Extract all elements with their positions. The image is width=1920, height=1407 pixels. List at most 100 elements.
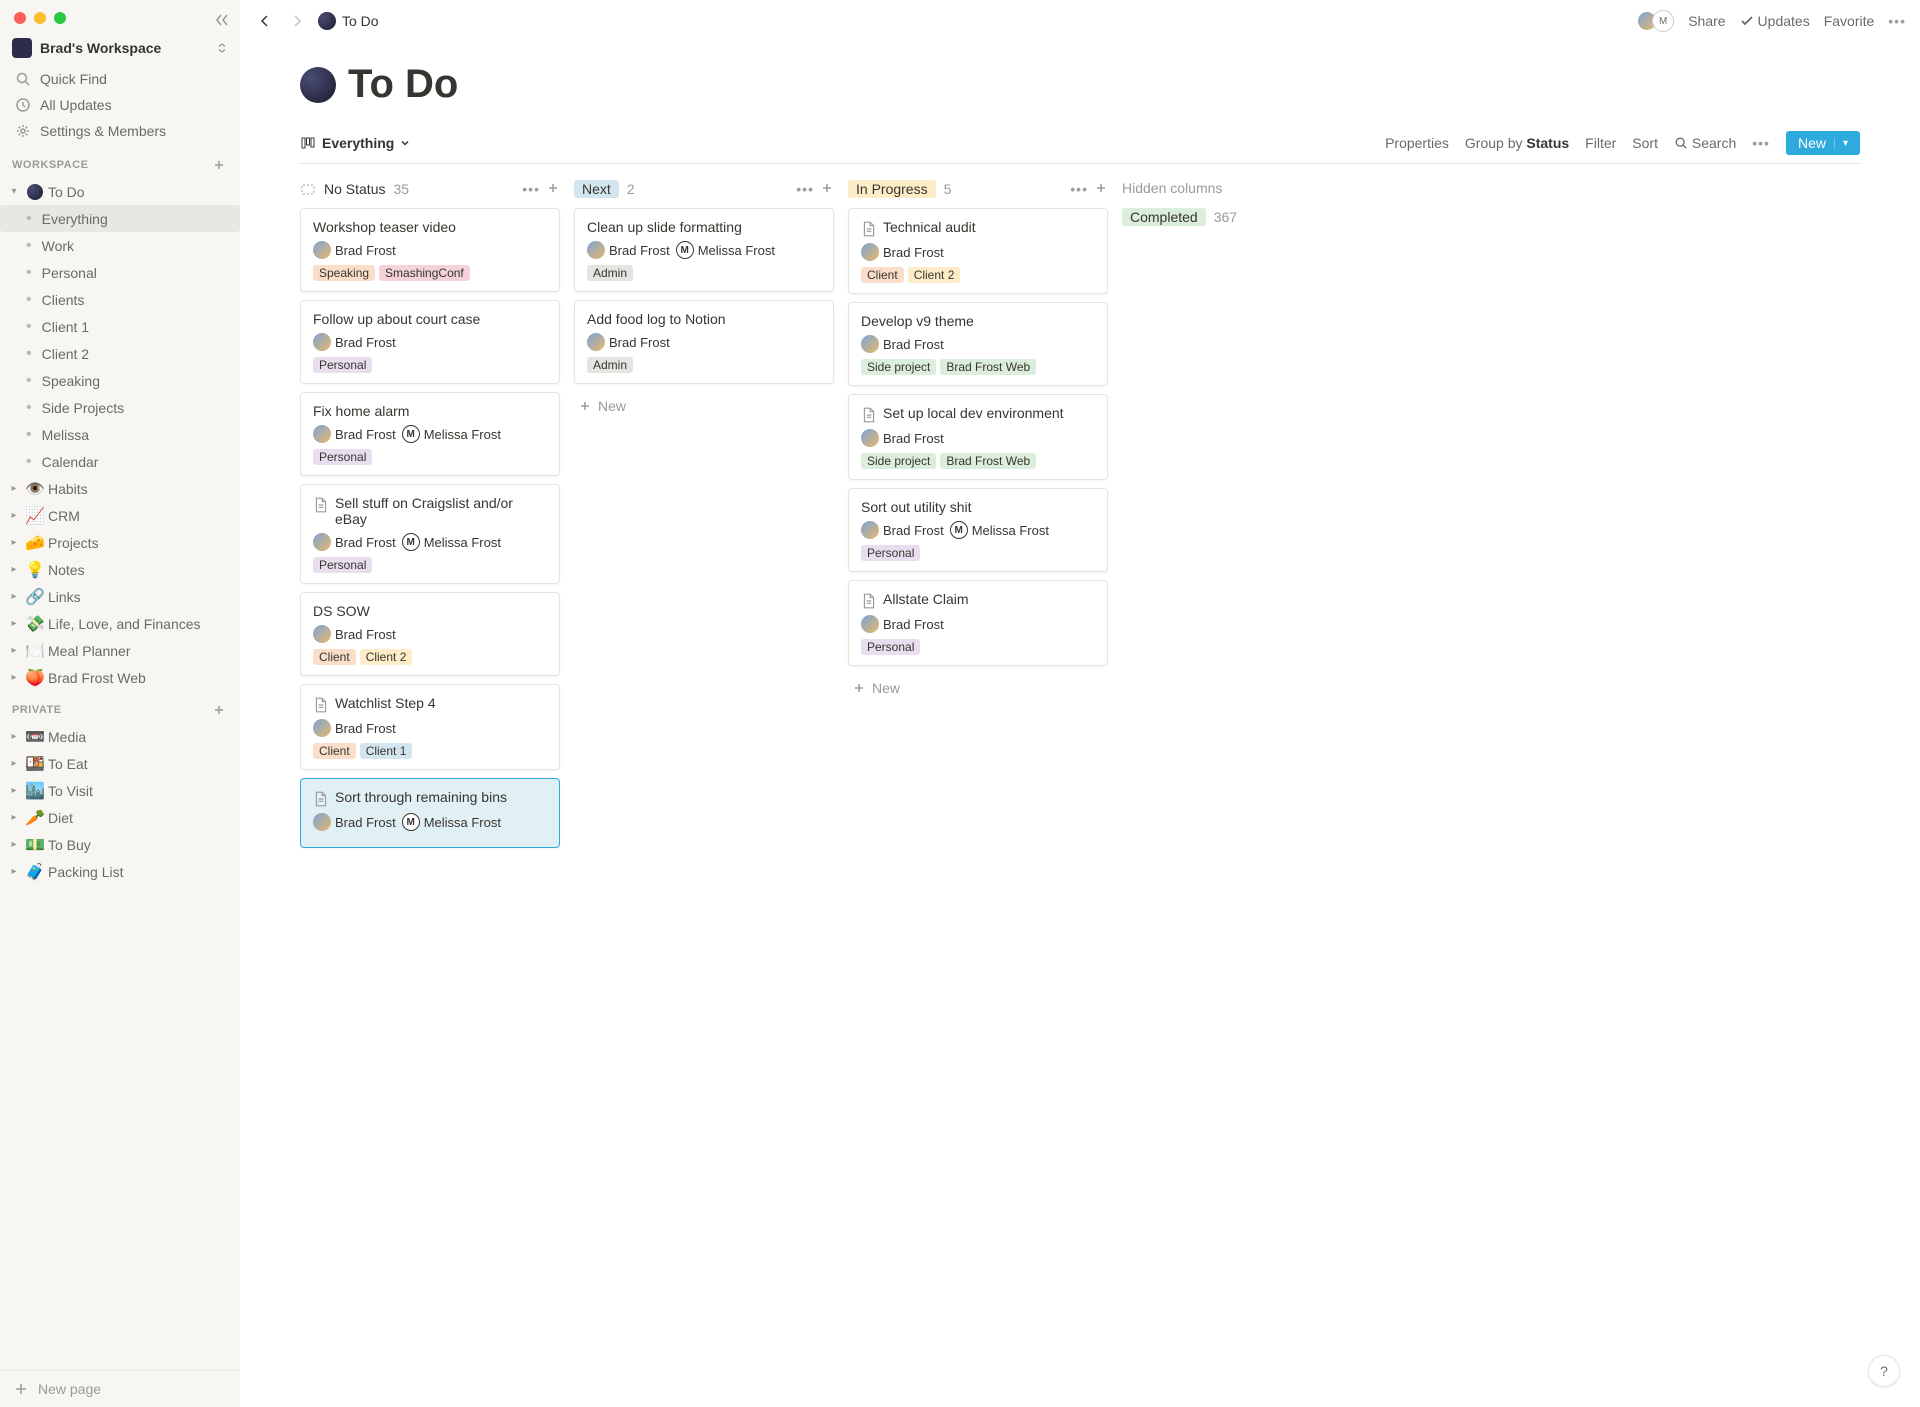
window-maximize[interactable] [54, 12, 66, 24]
column-header[interactable]: No Status35••• [300, 176, 560, 208]
caret-right-icon[interactable]: ▸ [6, 756, 22, 772]
sidebar-page[interactable]: ▸🔗Links [0, 583, 240, 610]
filter-button[interactable]: Filter [1585, 135, 1616, 151]
caret-right-icon[interactable]: ▸ [6, 508, 22, 524]
caret-right-icon[interactable]: ▸ [6, 481, 22, 497]
group-by-button[interactable]: Group by Status [1465, 135, 1569, 151]
sidebar-page[interactable]: ▸🍱To Eat [0, 750, 240, 777]
window-close[interactable] [14, 12, 26, 24]
caret-right-icon[interactable]: ▸ [6, 783, 22, 799]
caret-right-icon[interactable]: ▸ [6, 837, 22, 853]
new-record-button[interactable]: New ▾ [1786, 131, 1860, 155]
new-page-button[interactable]: New page [0, 1370, 240, 1407]
caret-right-icon[interactable]: ▸ [6, 670, 22, 686]
nav-back-button[interactable] [254, 10, 276, 32]
sidebar-subpage[interactable]: •Speaking [0, 367, 240, 394]
tag: Personal [861, 639, 920, 655]
workspace-switcher[interactable]: Brad's Workspace [0, 32, 240, 64]
board-card[interactable]: Sort through remaining binsBrad FrostMMe… [300, 778, 560, 848]
sidebar-subpage[interactable]: •Client 1 [0, 313, 240, 340]
board-card[interactable]: Clean up slide formattingBrad FrostMMeli… [574, 208, 834, 292]
avatar-icon [313, 533, 331, 551]
board-card[interactable]: Allstate ClaimBrad FrostPersonal [848, 580, 1108, 666]
column-add-button[interactable] [1094, 181, 1108, 197]
caret-right-icon[interactable]: ▸ [6, 562, 22, 578]
caret-right-icon[interactable]: ▸ [6, 643, 22, 659]
board-card[interactable]: Add food log to NotionBrad FrostAdmin [574, 300, 834, 384]
help-button[interactable]: ? [1868, 1355, 1900, 1387]
sidebar-subpage[interactable]: •Personal [0, 259, 240, 286]
share-button[interactable]: Share [1688, 13, 1725, 29]
sidebar-page[interactable]: ▸🥕Diet [0, 804, 240, 831]
view-selector[interactable]: Everything [300, 135, 410, 151]
sidebar-page[interactable]: ▸🧳Packing List [0, 858, 240, 885]
settings-members[interactable]: Settings & Members [4, 118, 236, 144]
quick-find[interactable]: Quick Find [4, 66, 236, 92]
add-card-button[interactable]: New [574, 392, 834, 420]
column-add-button[interactable] [546, 181, 560, 197]
board-card[interactable]: Watchlist Step 4Brad FrostClientClient 1 [300, 684, 560, 770]
sidebar-subpage[interactable]: •Clients [0, 286, 240, 313]
add-card-button[interactable]: New [848, 674, 1108, 702]
properties-button[interactable]: Properties [1385, 135, 1449, 151]
board-card[interactable]: DS SOWBrad FrostClientClient 2 [300, 592, 560, 676]
sidebar-page[interactable]: ▸💵To Buy [0, 831, 240, 858]
all-updates[interactable]: All Updates [4, 92, 236, 118]
window-minimize[interactable] [34, 12, 46, 24]
presence-avatars[interactable]: M [1642, 10, 1674, 32]
hidden-column-item[interactable]: Completed367 [1122, 208, 1382, 226]
nav-forward-button[interactable] [286, 10, 308, 32]
hidden-columns-label[interactable]: Hidden columns [1122, 176, 1382, 200]
sort-button[interactable]: Sort [1632, 135, 1658, 151]
caret-right-icon[interactable]: ▸ [6, 729, 22, 745]
more-menu-button[interactable]: ••• [1888, 13, 1906, 29]
page-emoji-icon: 🥕 [26, 809, 44, 827]
column-more-button[interactable]: ••• [796, 181, 814, 197]
caret-down-icon[interactable]: ▾ [6, 184, 22, 200]
sidebar-subpage[interactable]: •Calendar [0, 448, 240, 475]
add-private-page-button[interactable] [210, 701, 228, 719]
sidebar-subpage[interactable]: •Work [0, 232, 240, 259]
column-more-button[interactable]: ••• [1070, 181, 1088, 197]
page-icon-moon[interactable] [300, 67, 336, 103]
breadcrumb[interactable]: To Do [318, 12, 379, 30]
favorite-button[interactable]: Favorite [1824, 13, 1875, 29]
page-title-text[interactable]: To Do [348, 62, 458, 107]
sidebar-page[interactable]: ▸🍑Brad Frost Web [0, 664, 240, 691]
sidebar-page[interactable]: ▾To Do [0, 178, 240, 205]
column-header[interactable]: In Progress5••• [848, 176, 1108, 208]
sidebar-page[interactable]: ▸🍽️Meal Planner [0, 637, 240, 664]
column-header[interactable]: Next2••• [574, 176, 834, 208]
add-workspace-page-button[interactable] [210, 156, 228, 174]
column-add-button[interactable] [820, 181, 834, 197]
sidebar-subpage[interactable]: •Melissa [0, 421, 240, 448]
column-more-button[interactable]: ••• [522, 181, 540, 197]
sidebar-subpage[interactable]: •Everything [0, 205, 240, 232]
board-card[interactable]: Sort out utility shitBrad FrostMMelissa … [848, 488, 1108, 572]
board-card[interactable]: Set up local dev environmentBrad FrostSi… [848, 394, 1108, 480]
sidebar-page[interactable]: ▸🏙️To Visit [0, 777, 240, 804]
card-title: Set up local dev environment [861, 405, 1095, 423]
sidebar-subpage[interactable]: •Client 2 [0, 340, 240, 367]
caret-right-icon[interactable]: ▸ [6, 864, 22, 880]
sidebar-page[interactable]: ▸📈CRM [0, 502, 240, 529]
view-more-button[interactable]: ••• [1752, 135, 1770, 151]
board-card[interactable]: Fix home alarmBrad FrostMMelissa FrostPe… [300, 392, 560, 476]
board-card[interactable]: Technical auditBrad FrostClientClient 2 [848, 208, 1108, 294]
sidebar-page[interactable]: ▸📼Media [0, 723, 240, 750]
sidebar-page[interactable]: ▸🧀Projects [0, 529, 240, 556]
caret-right-icon[interactable]: ▸ [6, 589, 22, 605]
board-card[interactable]: Sell stuff on Craigslist and/or eBayBrad… [300, 484, 560, 584]
sidebar-page[interactable]: ▸💡Notes [0, 556, 240, 583]
sidebar-page[interactable]: ▸💸Life, Love, and Finances [0, 610, 240, 637]
board-card[interactable]: Develop v9 themeBrad FrostSide projectBr… [848, 302, 1108, 386]
updates-button[interactable]: Updates [1740, 13, 1810, 29]
sidebar-subpage[interactable]: •Side Projects [0, 394, 240, 421]
caret-right-icon[interactable]: ▸ [6, 810, 22, 826]
board-card[interactable]: Workshop teaser videoBrad FrostSpeakingS… [300, 208, 560, 292]
caret-right-icon[interactable]: ▸ [6, 616, 22, 632]
sidebar-page[interactable]: ▸👁️Habits [0, 475, 240, 502]
caret-right-icon[interactable]: ▸ [6, 535, 22, 551]
board-card[interactable]: Follow up about court caseBrad FrostPers… [300, 300, 560, 384]
collapse-sidebar-icon[interactable] [214, 12, 230, 28]
